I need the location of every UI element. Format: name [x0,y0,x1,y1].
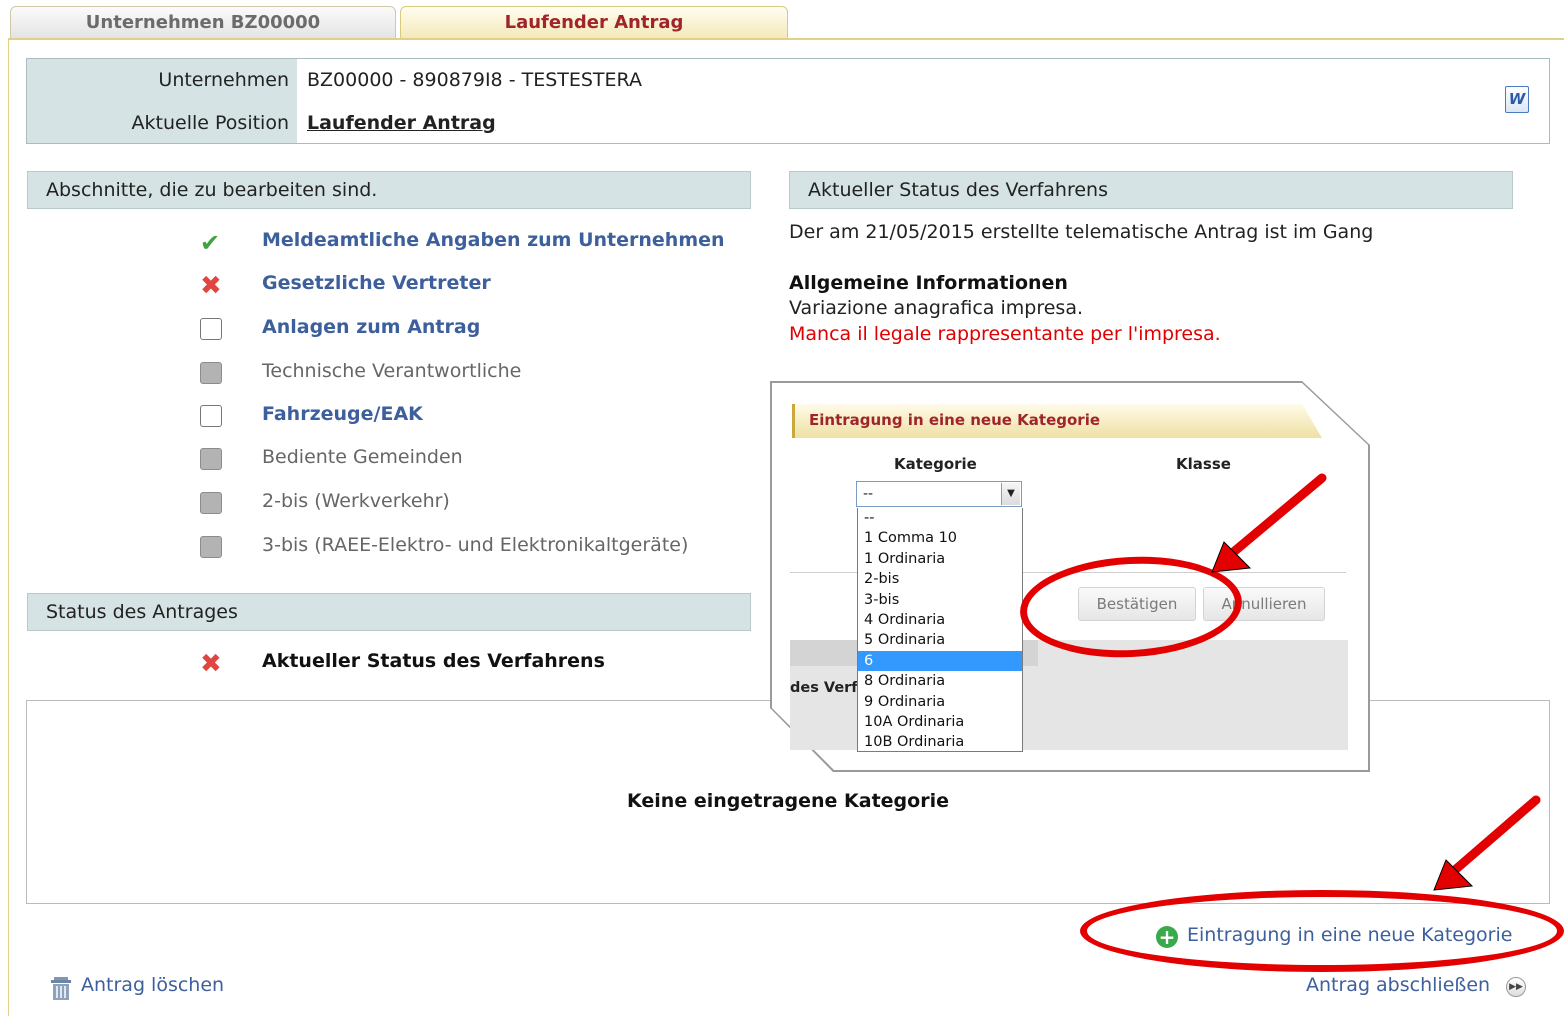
check-icon: ✔ [200,229,221,257]
dropdown-option[interactable]: 4 Ordinaria [858,610,1022,630]
company-value: BZ00000 - 890879I8 - TESTESTERA [307,69,642,91]
dropdown-option[interactable]: 3-bis [858,590,1022,610]
company-label: Unternehmen [158,69,289,91]
section-item-technische: Technische Verantwortliche [0,359,760,389]
annotation-arrow-confirm [1211,473,1327,573]
section-item-label[interactable]: Fahrzeuge/EAK [262,403,423,425]
empty-category-text: Keine eingetragene Kategorie [627,790,949,812]
dropdown-option[interactable]: 10B Ordinaria [858,732,1022,751]
section-item-3bis: 3-bis (RAEE-Elektro- und Elektronikaltge… [0,533,760,563]
trash-icon[interactable] [48,975,74,1001]
info-line: Variazione anagrafica impresa. [789,297,1083,319]
chevron-down-icon[interactable]: ▼ [1001,483,1020,505]
position-link[interactable]: Laufender Antrag [307,112,496,134]
annotation-arrow-new-category [1433,795,1541,891]
sections-header: Abschnitte, die zu bearbeiten sind. [27,171,751,209]
position-label: Aktuelle Position [131,112,289,134]
dropdown-option[interactable]: 5 Ordinaria [858,630,1022,650]
section-item-label: Technische Verantwortliche [262,360,522,382]
cross-icon: ✖ [200,649,222,679]
dropdown-option[interactable]: 1 Ordinaria [858,549,1022,569]
tab-laufender-antrag[interactable]: Laufender Antrag [400,6,788,40]
dropdown-option[interactable]: 9 Ordinaria [858,692,1022,712]
word-document-icon[interactable]: W [1505,86,1529,113]
popup-col-kategorie: Kategorie [894,455,977,473]
section-item-anlagen[interactable]: Anlagen zum Antrag [0,315,760,345]
status-antrag-header: Status des Antrages [27,593,751,631]
section-item-label[interactable]: Anlagen zum Antrag [262,316,480,338]
dropdown-option[interactable]: -- [858,508,1022,528]
dropdown-option-selected[interactable]: 6 [858,650,1022,672]
dropdown-option[interactable]: 10A Ordinaria [858,712,1022,732]
error-line: Manca il legale rappresentante per l'imp… [789,323,1221,345]
status-antrag-item: ✖ Aktueller Status des Verfahrens [0,649,760,679]
kategorie-select-value: -- [863,486,874,502]
checkbox-disabled-icon [200,536,222,558]
kategorie-dropdown[interactable]: -- 1 Comma 10 1 Ordinaria 2-bis 3-bis 4 … [857,508,1023,752]
cross-icon: ✖ [200,271,222,301]
section-item-label: Bediente Gemeinden [262,446,463,468]
dropdown-option[interactable]: 1 Comma 10 [858,528,1022,548]
popup-title: Eintragung in eine neue Kategorie [792,404,1322,438]
delete-antrag-link[interactable]: Antrag löschen [81,974,224,996]
checkbox-disabled-icon [200,448,222,470]
status-verfahren-header: Aktueller Status des Verfahrens [789,171,1513,209]
section-item-vertreter[interactable]: ✖ Gesetzliche Vertreter [0,271,760,301]
info-title: Allgemeine Informationen [789,272,1068,294]
popup-bg-text: des Verf [790,680,858,696]
left-border [8,38,9,1016]
kategorie-select[interactable]: -- ▼ [856,481,1022,507]
tab-unternehmen[interactable]: Unternehmen BZ00000 [10,6,396,38]
section-item-meldeamtliche[interactable]: ✔ Meldeamtliche Angaben zum Unternehmen [0,228,760,258]
company-info-box: Unternehmen BZ00000 - 890879I8 - TESTEST… [26,58,1550,144]
section-item-label[interactable]: Gesetzliche Vertreter [262,272,491,294]
checkbox-icon [200,318,222,340]
section-item-gemeinden: Bediente Gemeinden [0,445,760,475]
status-text: Der am 21/05/2015 erstellte telematische… [789,221,1374,243]
section-item-label[interactable]: Meldeamtliche Angaben zum Unternehmen [262,229,725,251]
finish-antrag-link[interactable]: Antrag abschließen [1306,974,1490,996]
checkbox-disabled-icon [200,492,222,514]
section-item-2bis: 2-bis (Werkverkehr) [0,489,760,519]
section-item-label: 2-bis (Werkverkehr) [262,490,450,512]
tab-divider [8,38,1564,40]
checkbox-disabled-icon [200,362,222,384]
dropdown-option[interactable]: 8 Ordinaria [858,671,1022,691]
section-item-fahrzeuge[interactable]: Fahrzeuge/EAK [0,402,760,432]
section-item-label: 3-bis (RAEE-Elektro- und Elektronikaltge… [262,534,689,556]
dropdown-option[interactable]: 2-bis [858,569,1022,589]
forward-icon[interactable]: ▶▶ [1506,977,1526,997]
status-antrag-label: Aktueller Status des Verfahrens [262,650,605,672]
checkbox-icon [200,405,222,427]
